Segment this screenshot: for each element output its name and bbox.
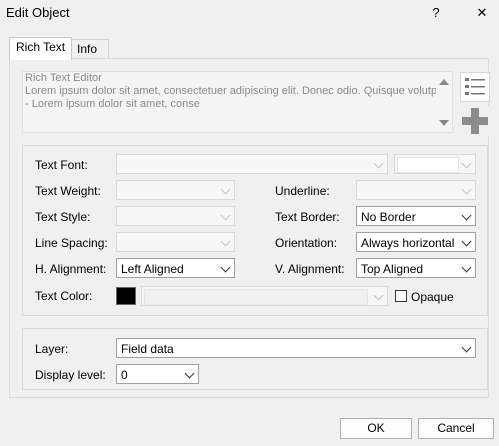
h-alignment-value: Left Aligned xyxy=(121,262,184,276)
help-button[interactable]: ? xyxy=(426,3,446,23)
chevron-down-icon xyxy=(220,236,231,247)
chevron-down-icon xyxy=(220,184,231,195)
text-color-swatch[interactable] xyxy=(116,287,136,305)
chevron-down-icon xyxy=(184,368,195,379)
underline-label: Underline: xyxy=(275,184,330,198)
chevron-down-icon xyxy=(373,158,384,169)
chevron-down-icon xyxy=(461,158,472,169)
chevron-down-icon xyxy=(220,262,231,273)
ok-button[interactable]: OK xyxy=(340,418,412,439)
text-border-select[interactable]: No Border xyxy=(356,206,476,226)
text-style-select[interactable] xyxy=(116,206,235,226)
list-button[interactable] xyxy=(460,72,490,102)
chevron-down-icon xyxy=(461,210,472,221)
window-title: Edit Object xyxy=(6,5,70,20)
layer-label: Layer: xyxy=(35,342,69,356)
tab-rich-text[interactable]: Rich Text xyxy=(9,37,73,60)
text-size-select[interactable] xyxy=(394,154,476,174)
scroll-up-icon[interactable] xyxy=(439,79,449,85)
text-weight-label: Text Weight: xyxy=(35,184,101,198)
chevron-down-icon xyxy=(461,342,472,353)
layer-value: Field data xyxy=(121,342,174,356)
chevron-down-icon xyxy=(373,290,384,301)
text-color-field xyxy=(144,289,368,305)
h-alignment-label: H. Alignment: xyxy=(35,262,107,276)
text-border-value: No Border xyxy=(361,210,416,224)
close-button[interactable]: ✕ xyxy=(472,3,492,23)
line-spacing-label: Line Spacing: xyxy=(35,236,108,250)
text-color-select[interactable] xyxy=(141,286,388,306)
text-size-field xyxy=(397,157,459,173)
opaque-checkbox[interactable] xyxy=(395,290,407,302)
text-weight-select[interactable] xyxy=(116,180,235,200)
orientation-label: Orientation: xyxy=(275,236,338,250)
display-level-label: Display level: xyxy=(35,368,106,382)
text-style-label: Text Style: xyxy=(35,210,91,224)
cancel-button[interactable]: Cancel xyxy=(418,418,494,439)
chevron-down-icon xyxy=(220,210,231,221)
h-alignment-select[interactable]: Left Aligned xyxy=(116,258,235,278)
plus-icon xyxy=(462,108,488,134)
editor-line: Lorem ipsum dolor sit amet, consectetuer… xyxy=(25,85,438,97)
list-icon xyxy=(465,78,485,95)
title-bar: Edit Object ? ✕ xyxy=(0,0,499,26)
v-alignment-select[interactable]: Top Aligned xyxy=(356,258,476,278)
chevron-down-icon xyxy=(461,184,472,195)
editor-line: Rich Text Editor xyxy=(25,72,102,84)
underline-select[interactable] xyxy=(356,180,476,200)
text-color-label: Text Color: xyxy=(35,289,93,303)
add-button[interactable] xyxy=(460,106,490,136)
text-font-label: Text Font: xyxy=(35,158,88,172)
tab-info[interactable]: Info xyxy=(70,39,109,59)
text-border-label: Text Border: xyxy=(275,210,340,224)
text-font-select[interactable] xyxy=(116,154,388,174)
v-alignment-value: Top Aligned xyxy=(361,262,424,276)
opaque-label: Opaque xyxy=(411,290,454,304)
scroll-down-icon[interactable] xyxy=(439,120,449,126)
line-spacing-select[interactable] xyxy=(116,232,235,252)
orientation-select[interactable]: Always horizontal xyxy=(356,232,476,252)
v-alignment-label: V. Alignment: xyxy=(275,262,345,276)
rich-text-editor[interactable]: Rich Text Editor Lorem ipsum dolor sit a… xyxy=(22,71,438,133)
editor-scrollbar[interactable] xyxy=(436,71,453,133)
layer-select[interactable]: Field data xyxy=(116,338,476,358)
editor-line: - Lorem ipsum dolor sit amet, conse xyxy=(25,98,200,110)
display-level-value: 0 xyxy=(121,368,128,382)
orientation-value: Always horizontal xyxy=(361,236,455,250)
chevron-down-icon xyxy=(461,236,472,247)
display-level-select[interactable]: 0 xyxy=(116,364,199,384)
chevron-down-icon xyxy=(461,262,472,273)
